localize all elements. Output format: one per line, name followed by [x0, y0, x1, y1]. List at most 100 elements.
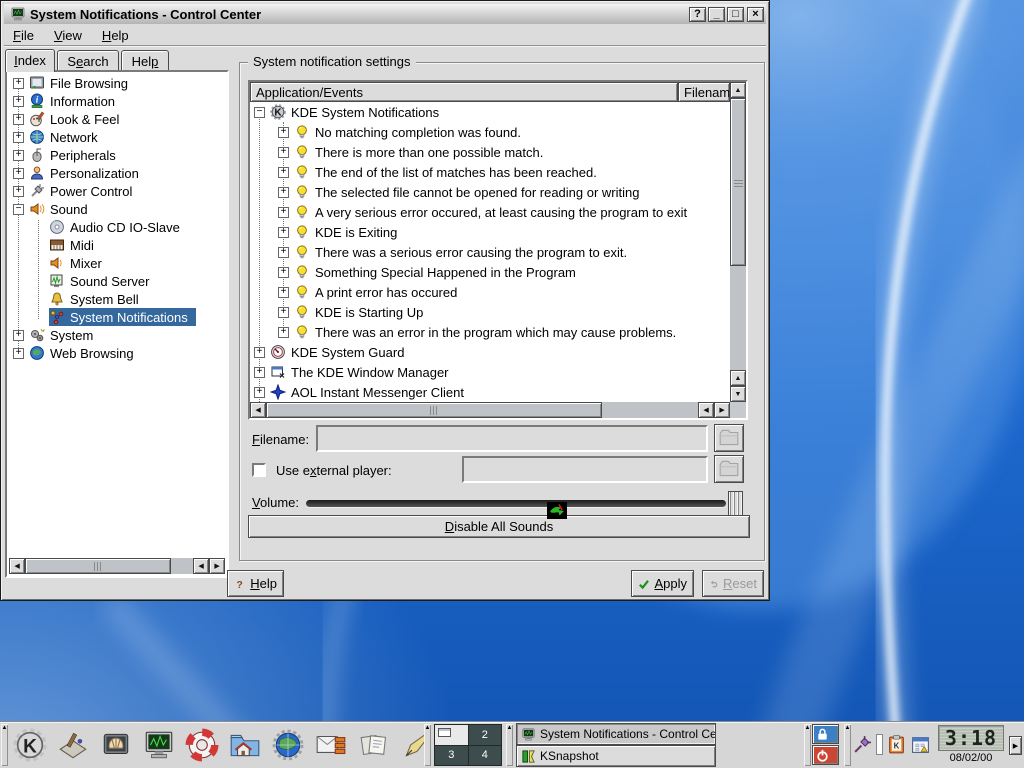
- plus-expander-icon[interactable]: +: [13, 348, 24, 359]
- display-launcher-button[interactable]: [140, 725, 178, 765]
- tree-item[interactable]: +A very serious error occured, at least …: [250, 202, 730, 222]
- external-player-input[interactable]: [462, 456, 708, 483]
- tree-item[interactable]: +There was an error in the program which…: [250, 322, 730, 342]
- tree-item[interactable]: +AOL Instant Messenger Client: [250, 382, 730, 402]
- tree-item[interactable]: +The selected file cannot be opened for …: [250, 182, 730, 202]
- tab-search[interactable]: Search: [57, 50, 119, 71]
- scroll-up-icon[interactable]: ▲: [730, 82, 746, 98]
- plus-expander-icon[interactable]: +: [13, 78, 24, 89]
- plus-expander-icon[interactable]: +: [278, 207, 289, 218]
- tree-item[interactable]: Audio CD IO-Slave: [9, 218, 225, 236]
- external-player-browse-button[interactable]: [714, 455, 744, 483]
- klipper-icon[interactable]: K: [886, 734, 907, 755]
- plus-expander-icon[interactable]: +: [278, 147, 289, 158]
- menu-file[interactable]: File: [13, 28, 34, 43]
- tree-item[interactable]: −Sound: [9, 200, 225, 218]
- use-external-player-checkbox[interactable]: [252, 463, 266, 477]
- scroll-right-icon[interactable]: ▶: [714, 402, 730, 418]
- plus-expander-icon[interactable]: +: [13, 132, 24, 143]
- plus-expander-icon[interactable]: +: [13, 114, 24, 125]
- taskbar-task-button[interactable]: KSnapshot: [516, 745, 716, 767]
- volume-slider-handle[interactable]: [728, 491, 743, 517]
- lock-button[interactable]: [812, 724, 839, 744]
- plus-expander-icon[interactable]: +: [278, 187, 289, 198]
- logout-button[interactable]: [812, 745, 839, 765]
- events-vertical-scrollbar[interactable]: ▲ ▲ ▼: [730, 82, 746, 402]
- tree-item[interactable]: Mixer: [9, 254, 225, 272]
- home-folder-launcher-button[interactable]: [226, 725, 264, 765]
- tab-help[interactable]: Help: [121, 50, 169, 71]
- tree-item[interactable]: +The KDE Window Manager: [250, 362, 730, 382]
- tree-item[interactable]: +Web Browsing: [9, 344, 225, 362]
- scroll-left-icon[interactable]: ◀: [9, 558, 25, 574]
- plus-expander-icon[interactable]: +: [13, 186, 24, 197]
- window-help-button[interactable]: ?: [689, 7, 706, 22]
- tree-item[interactable]: +Look & Feel: [9, 110, 225, 128]
- clock-applet[interactable]: 3:18 08/02/00: [936, 723, 1006, 767]
- plus-expander-icon[interactable]: +: [278, 327, 289, 338]
- minimize-button[interactable]: _: [708, 7, 725, 22]
- plus-expander-icon[interactable]: +: [278, 307, 289, 318]
- scroll-left-icon[interactable]: ◀: [698, 402, 714, 418]
- tree-item[interactable]: +Network: [9, 128, 225, 146]
- help-ring-launcher-button[interactable]: [183, 725, 221, 765]
- plus-expander-icon[interactable]: +: [13, 330, 24, 341]
- scrollbar-thumb[interactable]: [25, 558, 171, 574]
- organizer-icon[interactable]: [910, 734, 931, 755]
- plus-expander-icon[interactable]: +: [13, 150, 24, 161]
- tree-item[interactable]: +iInformation: [9, 92, 225, 110]
- applet-handle[interactable]: ▲: [804, 724, 811, 766]
- plus-expander-icon[interactable]: +: [278, 247, 289, 258]
- filename-input[interactable]: [316, 425, 708, 452]
- pager-desktop-1[interactable]: [435, 725, 468, 745]
- events-horizontal-scrollbar[interactable]: ◀ ◀ ▶: [250, 402, 730, 418]
- konqueror-launcher-button[interactable]: [269, 725, 307, 765]
- pager-desktop-3[interactable]: 3: [435, 746, 468, 766]
- tree-item[interactable]: +There was a serious error causing the p…: [250, 242, 730, 262]
- panel-splitter[interactable]: [231, 49, 237, 579]
- tree-item[interactable]: System Notifications: [9, 308, 225, 326]
- tree-item[interactable]: System Bell: [9, 290, 225, 308]
- menu-view[interactable]: View: [54, 28, 82, 43]
- tree-item[interactable]: +KDE is Starting Up: [250, 302, 730, 322]
- tree-item[interactable]: +Personalization: [9, 164, 225, 182]
- scroll-left-icon[interactable]: ◀: [250, 402, 266, 418]
- plus-expander-icon[interactable]: +: [254, 347, 265, 358]
- titlebar[interactable]: System Notifications - Control Center ? …: [4, 4, 766, 24]
- plus-expander-icon[interactable]: +: [254, 387, 265, 398]
- volume-slider-groove[interactable]: [306, 500, 726, 507]
- scroll-right-icon[interactable]: ▶: [209, 558, 225, 574]
- knotes-launcher-button[interactable]: [355, 725, 393, 765]
- tree-item[interactable]: Midi: [9, 236, 225, 254]
- tree-item[interactable]: +Something Special Happened in the Progr…: [250, 262, 730, 282]
- tree-item[interactable]: +There is more than one possible match.: [250, 142, 730, 162]
- tab-index[interactable]: Index: [5, 49, 55, 72]
- minus-expander-icon[interactable]: −: [13, 204, 24, 215]
- tree-item[interactable]: +A print error has occured: [250, 282, 730, 302]
- pager-desktop-2[interactable]: 2: [469, 725, 502, 745]
- applet-handle[interactable]: ▲: [506, 724, 513, 766]
- close-button[interactable]: ×: [747, 7, 764, 22]
- disable-all-sounds-button[interactable]: Disable All Sounds: [248, 515, 750, 538]
- scroll-left-icon[interactable]: ◀: [193, 558, 209, 574]
- applet-handle[interactable]: ▲: [424, 724, 431, 766]
- apply-button[interactable]: Apply: [631, 570, 694, 597]
- filename-browse-button[interactable]: [714, 424, 744, 452]
- plug-icon[interactable]: [852, 734, 873, 755]
- tree-item[interactable]: +No matching completion was found.: [250, 122, 730, 142]
- konsole-launcher-button[interactable]: [97, 725, 135, 765]
- tree-item[interactable]: +Peripherals: [9, 146, 225, 164]
- minus-expander-icon[interactable]: −: [254, 107, 265, 118]
- kmenu-launcher-button[interactable]: K: [11, 725, 49, 765]
- scrollbar-thumb[interactable]: [730, 98, 746, 266]
- tree-item[interactable]: Sound Server: [9, 272, 225, 290]
- plus-expander-icon[interactable]: +: [13, 96, 24, 107]
- panel-scroll-right-button[interactable]: ▶: [1009, 736, 1022, 755]
- column-application-events[interactable]: Application/Events: [250, 82, 678, 102]
- help-button[interactable]: ? Help: [227, 570, 284, 597]
- use-external-player-label[interactable]: Use external player:: [276, 463, 392, 478]
- menu-help[interactable]: Help: [102, 28, 129, 43]
- show-desktop-launcher-button[interactable]: [54, 725, 92, 765]
- plus-expander-icon[interactable]: +: [278, 167, 289, 178]
- plus-expander-icon[interactable]: +: [13, 168, 24, 179]
